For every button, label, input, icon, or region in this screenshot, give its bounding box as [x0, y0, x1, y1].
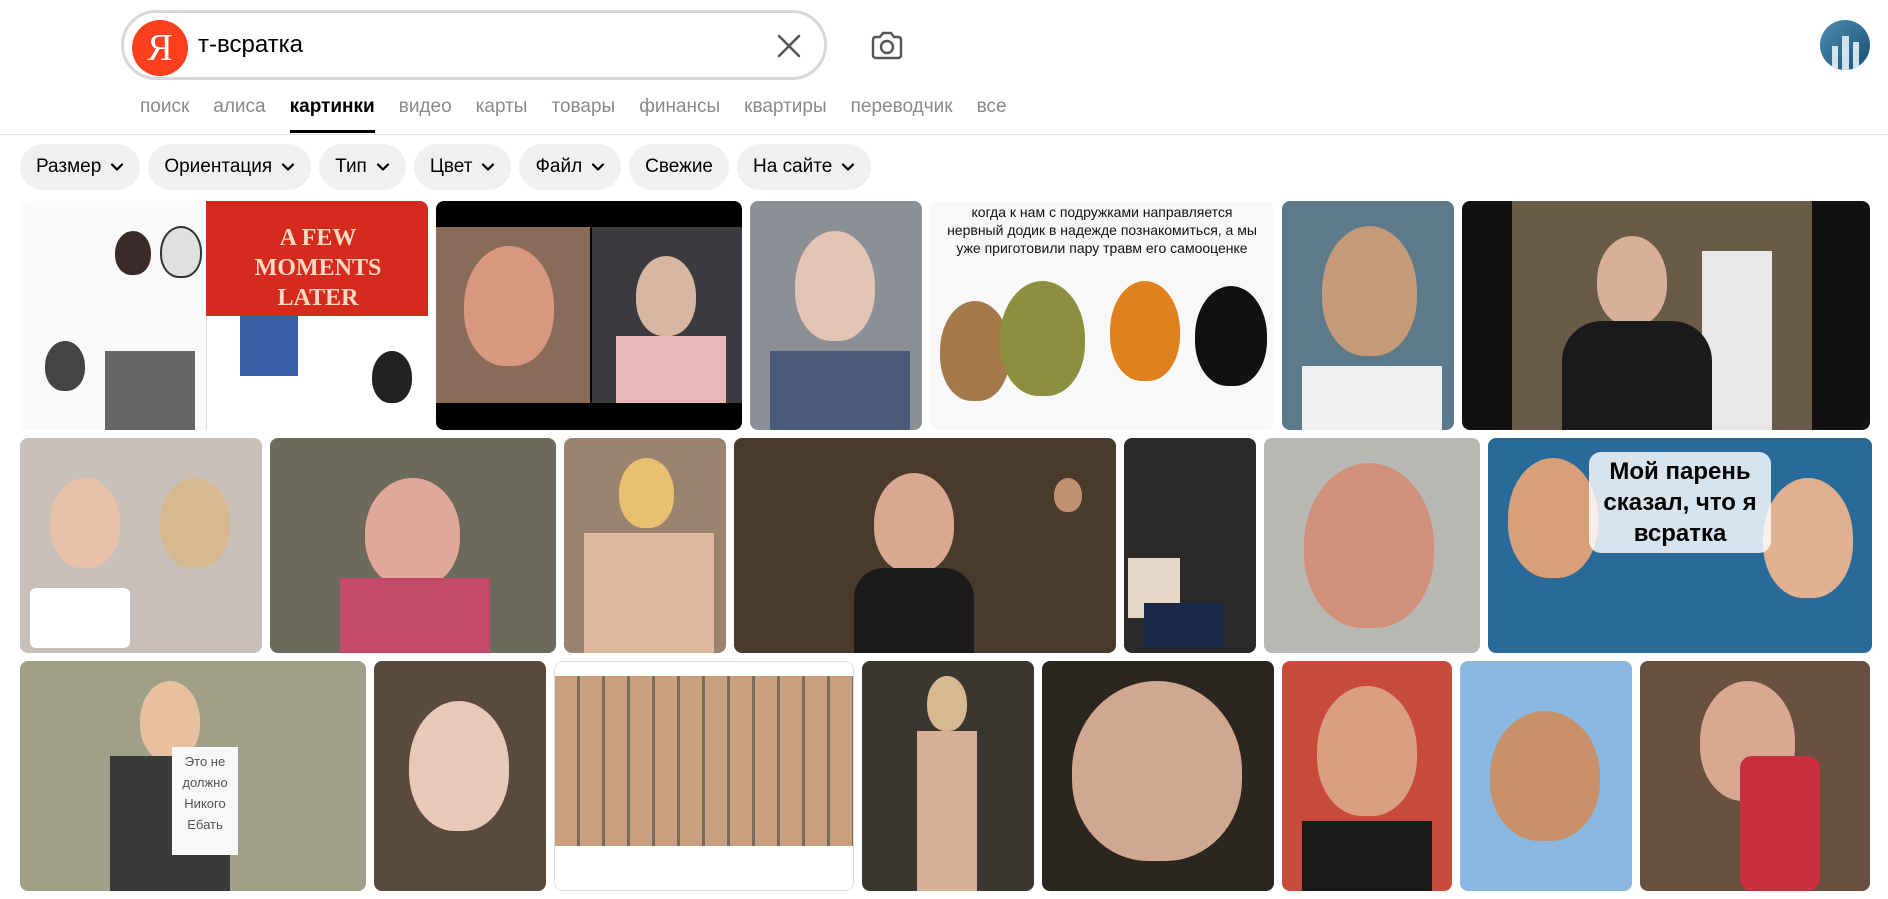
- filter-label: Цвет: [429, 156, 473, 177]
- yandex-logo[interactable]: Я: [132, 20, 188, 76]
- tab-karty[interactable]: карты: [476, 95, 528, 133]
- image-result[interactable]: [564, 438, 726, 653]
- header-divider: [0, 134, 1888, 135]
- chevron-down-icon: [376, 163, 389, 171]
- results-row: Мой парень сказал, что я всратка: [20, 438, 1872, 653]
- filter-on-site[interactable]: На сайте: [737, 144, 872, 190]
- filter-orientation[interactable]: Ориентация: [148, 144, 312, 190]
- image-result[interactable]: A FEW MOMENTS LATER: [20, 201, 428, 430]
- image-result[interactable]: [1462, 201, 1870, 430]
- image-result[interactable]: [554, 661, 854, 891]
- meme-caption: A FEW MOMENTS LATER: [254, 225, 382, 311]
- user-avatar[interactable]: [1820, 20, 1870, 70]
- chevron-down-icon: [592, 163, 605, 171]
- search-input[interactable]: [198, 25, 718, 65]
- image-result[interactable]: [1042, 661, 1274, 891]
- image-result[interactable]: [270, 438, 556, 653]
- image-result[interactable]: [374, 661, 546, 891]
- meme-caption: Мой парень сказал, что я всратка: [1589, 452, 1771, 553]
- filter-fresh[interactable]: Свежие: [629, 144, 730, 190]
- image-result[interactable]: [1124, 438, 1256, 653]
- image-result[interactable]: [1460, 661, 1632, 891]
- results-row: Это не должно Никого Ебать: [20, 661, 1870, 891]
- clear-search-button[interactable]: [774, 31, 804, 61]
- logo-letter: Я: [147, 27, 173, 69]
- chevron-down-icon: [282, 163, 295, 171]
- image-result[interactable]: [750, 201, 922, 430]
- filter-size[interactable]: Размер: [20, 144, 141, 190]
- filter-bar: Размер Ориентация Тип Цвет Файл Свежие Н…: [20, 144, 872, 190]
- filter-label: Файл: [535, 156, 583, 177]
- tab-finansy[interactable]: финансы: [639, 95, 720, 133]
- filter-label: Размер: [36, 156, 102, 177]
- tab-tovary[interactable]: товары: [551, 95, 615, 133]
- chevron-down-icon: [111, 163, 124, 171]
- image-result[interactable]: Мой парень сказал, что я всратка: [1488, 438, 1872, 653]
- filter-label: Ориентация: [164, 156, 273, 177]
- tab-alisa[interactable]: алиса: [213, 95, 265, 133]
- chevron-down-icon: [842, 163, 855, 171]
- filter-color[interactable]: Цвет: [413, 144, 512, 190]
- image-result[interactable]: [1640, 661, 1870, 891]
- tab-video[interactable]: видео: [399, 95, 452, 133]
- filter-label: Свежие: [645, 156, 714, 177]
- image-search-button[interactable]: [869, 28, 905, 64]
- results-row: A FEW MOMENTS LATER когда к нам с подруж…: [20, 201, 1870, 430]
- tab-poisk[interactable]: поиск: [140, 95, 189, 133]
- tab-perevodchik[interactable]: переводчик: [851, 95, 953, 133]
- camera-icon: [871, 31, 903, 60]
- image-results-grid: A FEW MOMENTS LATER когда к нам с подруж…: [20, 201, 1872, 899]
- filter-file[interactable]: Файл: [519, 144, 622, 190]
- tab-kartinki[interactable]: картинки: [289, 95, 375, 133]
- sign-text: Это не должно Никого Ебать: [172, 747, 238, 855]
- image-result[interactable]: когда к нам с подружками направляется не…: [930, 201, 1274, 430]
- tab-vse[interactable]: все: [977, 95, 1007, 133]
- filter-label: Тип: [335, 156, 367, 177]
- search-service-tabs: поиск алиса картинки видео карты товары …: [140, 95, 1007, 135]
- filter-label: На сайте: [753, 156, 833, 177]
- image-result[interactable]: [1282, 201, 1454, 430]
- image-result[interactable]: [1282, 661, 1452, 891]
- tab-kvartiry[interactable]: квартиры: [744, 95, 826, 133]
- meme-caption: когда к нам с подружками направляется не…: [947, 204, 1257, 256]
- image-result[interactable]: [1264, 438, 1480, 653]
- close-icon: [777, 34, 801, 58]
- image-result[interactable]: [862, 661, 1034, 891]
- image-result[interactable]: [734, 438, 1116, 653]
- search-box: Я: [121, 10, 827, 80]
- image-result[interactable]: [436, 201, 742, 430]
- image-result[interactable]: [20, 438, 262, 653]
- image-result[interactable]: Это не должно Никого Ебать: [20, 661, 366, 891]
- filter-type[interactable]: Тип: [319, 144, 406, 190]
- chevron-down-icon: [482, 163, 495, 171]
